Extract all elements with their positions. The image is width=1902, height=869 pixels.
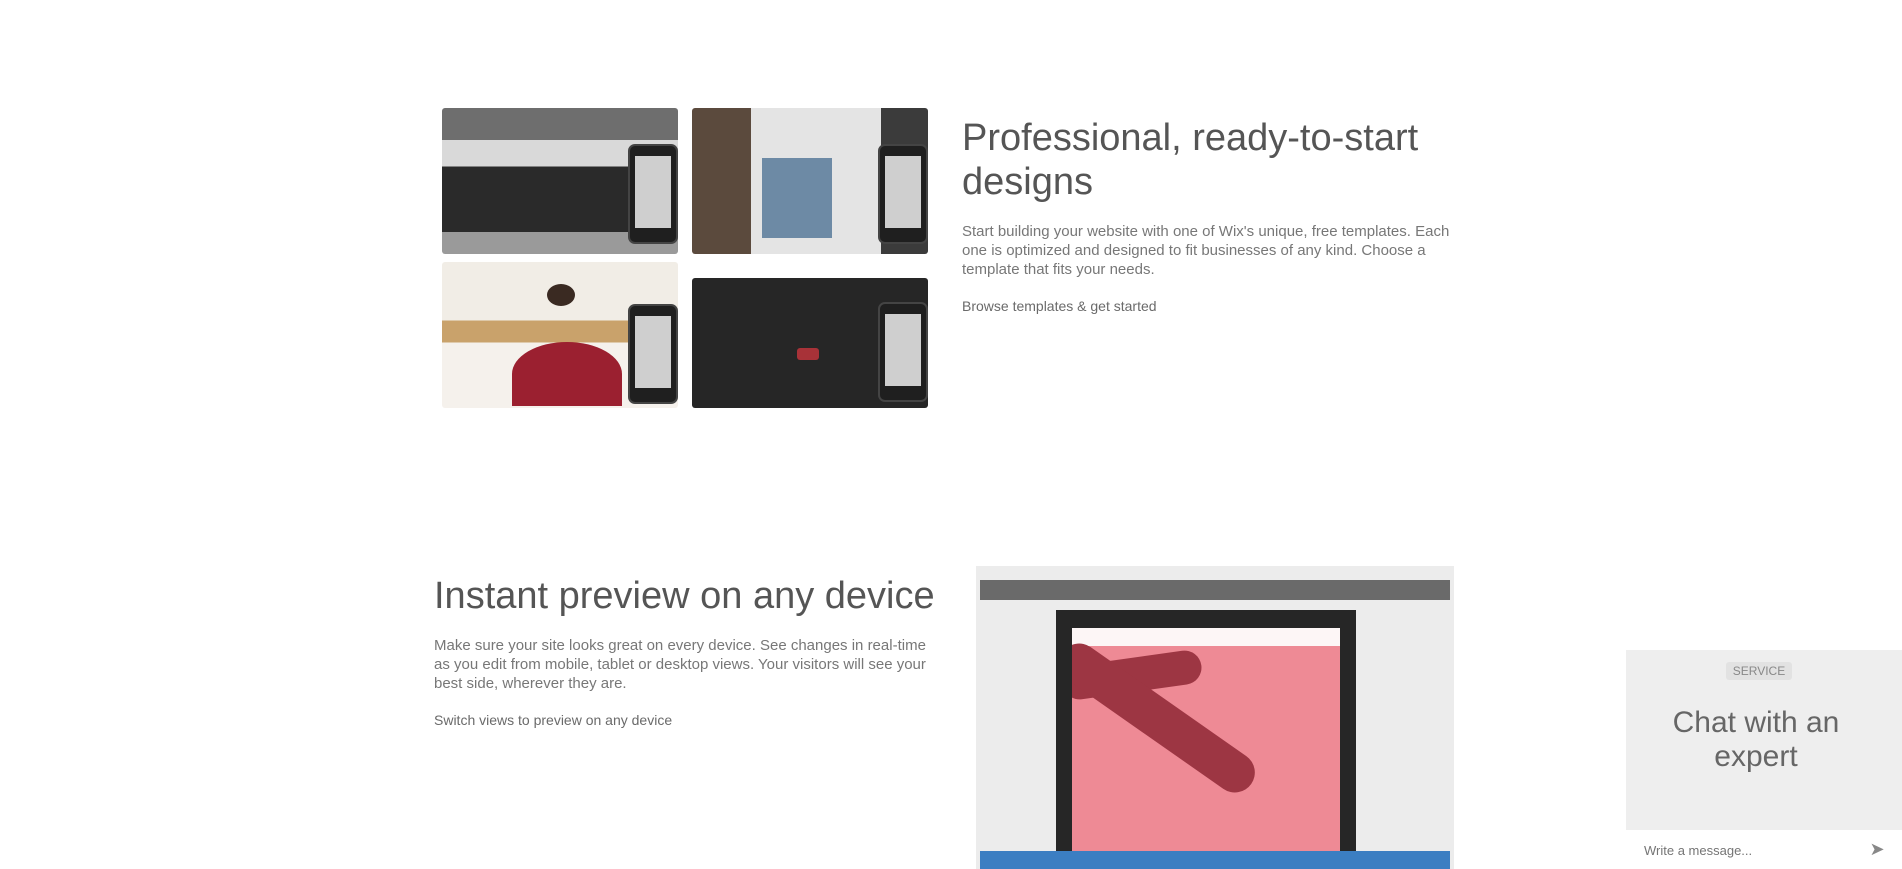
mobile-preview-mockup: [878, 302, 928, 402]
editor-toolbar: [980, 580, 1450, 600]
send-icon[interactable]: ➤: [1866, 838, 1888, 860]
preview-description: Make sure your site looks great on every…: [434, 637, 926, 692]
editor-bottom-bar: [980, 851, 1450, 869]
chat-badge: SERVICE: [1726, 662, 1792, 680]
designs-description: Start building your website with one of …: [962, 223, 1450, 278]
mobile-preview-mockup: [628, 304, 678, 404]
preview-link[interactable]: Switch views to preview on any device: [434, 712, 672, 728]
template-thumbnails-grid: [442, 108, 932, 408]
site-preview-screen: [1072, 628, 1340, 869]
laptop-frame: [1056, 610, 1356, 869]
template-thumbnail-dark: [692, 278, 928, 408]
chat-message-input[interactable]: [1642, 838, 1846, 862]
designs-link[interactable]: Browse templates & get started: [962, 298, 1157, 314]
mobile-preview-mockup: [878, 144, 928, 244]
template-thumbnail-interior: [692, 108, 928, 254]
designs-heading: Professional, ready-to-start designs: [962, 117, 1419, 203]
template-thumbnail-food: [442, 262, 678, 408]
template-thumbnail-restaurant: [442, 108, 678, 254]
chat-title: Chat with an expert: [1672, 706, 1840, 773]
mobile-preview-mockup: [628, 144, 678, 244]
preview-heading: Instant preview on any device: [434, 575, 935, 617]
chat-widget[interactable]: SERVICE Chat with an expert ➤: [1626, 650, 1902, 869]
chat-input-bar: ➤: [1626, 830, 1902, 869]
device-preview-image: [976, 566, 1454, 869]
